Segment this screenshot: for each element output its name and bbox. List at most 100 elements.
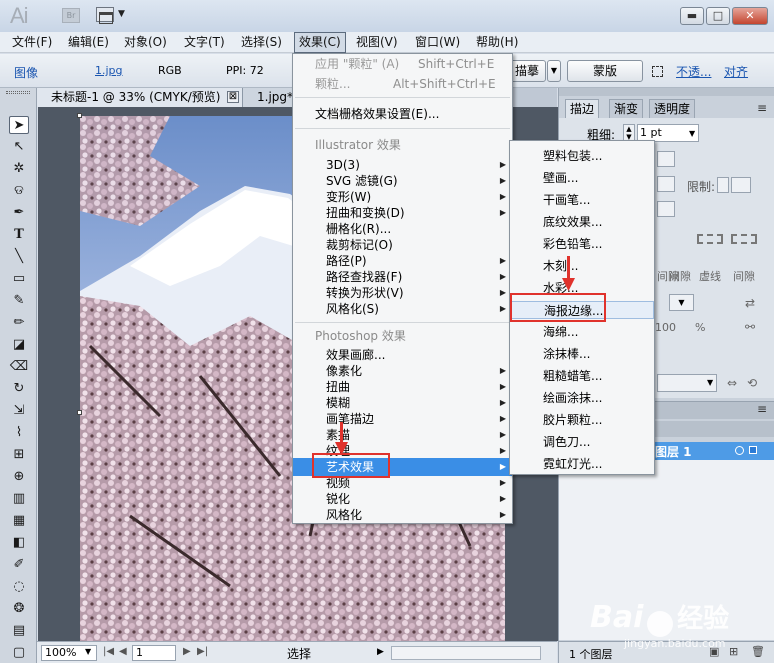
- layer-name[interactable]: 图层 1: [655, 443, 692, 460]
- type-tool-icon[interactable]: T: [9, 226, 29, 244]
- menu-help[interactable]: 帮助(H): [472, 32, 522, 53]
- first-page-icon[interactable]: |◀: [103, 646, 114, 657]
- cap-butt-icon[interactable]: [657, 151, 675, 167]
- symbol-sprayer-tool-icon[interactable]: ❂: [9, 600, 29, 618]
- new-sublayer-icon[interactable]: ⊞: [729, 645, 738, 658]
- limit-field[interactable]: [731, 177, 751, 193]
- align-stroke-icon[interactable]: [657, 201, 675, 217]
- submenu-item-film-grain[interactable]: 胶片颗粒...: [510, 411, 654, 429]
- eraser-tool-icon[interactable]: ⌫: [9, 358, 29, 376]
- collapsed-panel-menu-icon[interactable]: ≡: [757, 402, 767, 416]
- trace-dropdown-icon[interactable]: ▼: [547, 60, 561, 82]
- paintbrush-tool-icon[interactable]: ✎: [9, 292, 29, 310]
- submenu-item-smudge-stick[interactable]: 涂抹棒...: [510, 345, 654, 363]
- column-graph-tool-icon[interactable]: ▤: [9, 622, 29, 640]
- menu-item-stylize-ai[interactable]: 风格化(S) ▶: [293, 300, 512, 318]
- layer-target-icon[interactable]: [735, 446, 744, 455]
- crop-icon[interactable]: [652, 66, 663, 77]
- submenu-item-plastic-wrap[interactable]: 塑料包装...: [510, 147, 654, 165]
- shape-builder-tool-icon[interactable]: ⊕: [9, 468, 29, 486]
- rectangle-tool-icon[interactable]: ▭: [9, 270, 29, 288]
- profile-dropdown-icon[interactable]: ▼: [707, 378, 713, 387]
- close-button[interactable]: ✕: [732, 7, 768, 25]
- tab-document-1[interactable]: 未标题-1 @ 33% (CMYK/预览) ⊠: [37, 88, 243, 107]
- free-transform-tool-icon[interactable]: ⊞: [9, 446, 29, 464]
- menu-type[interactable]: 文字(T): [180, 32, 229, 53]
- submenu-item-rough-pastels[interactable]: 粗糙蜡笔...: [510, 367, 654, 385]
- dash-preset-1-icon[interactable]: [697, 234, 723, 244]
- menu-item-doc-raster-settings[interactable]: 文档栅格效果设置(E)...: [293, 105, 512, 123]
- status-menu-icon[interactable]: ▶: [377, 647, 384, 657]
- stroke-weight-dropdown-icon[interactable]: ▼: [689, 129, 695, 138]
- submenu-item-fresco[interactable]: 壁画...: [510, 169, 654, 187]
- magic-wand-tool-icon[interactable]: ✲: [9, 160, 29, 178]
- artboard-tool-icon[interactable]: ▢: [9, 644, 29, 662]
- arrowhead-dropdown[interactable]: ▼: [669, 294, 694, 311]
- submenu-item-neon-glow[interactable]: 霓虹灯光...: [510, 455, 654, 473]
- tab-stroke[interactable]: 描边: [565, 99, 600, 118]
- link-scale-icon[interactable]: ⚯: [745, 320, 755, 334]
- handle-middle-left[interactable]: [77, 410, 82, 415]
- zoom-dropdown-icon[interactable]: ▼: [85, 647, 91, 656]
- submenu-item-sponge[interactable]: 海绵...: [510, 323, 654, 341]
- tab-transparency[interactable]: 透明度: [649, 99, 696, 118]
- flip-axis-icon[interactable]: ⇔: [727, 376, 737, 390]
- arrange-documents-icon[interactable]: [96, 7, 114, 24]
- horizontal-scrollbar[interactable]: [391, 646, 541, 660]
- lasso-tool-icon[interactable]: ଡ: [9, 182, 29, 200]
- menu-edit[interactable]: 编辑(E): [64, 32, 113, 53]
- menu-file[interactable]: 文件(F): [8, 32, 56, 53]
- panel-dock-header[interactable]: [559, 88, 774, 96]
- graph-tool-icon[interactable]: ▥: [9, 490, 29, 508]
- blend-tool-icon[interactable]: ◌: [9, 578, 29, 596]
- menu-item-stylize-ps[interactable]: 风格化 ▶: [293, 506, 512, 524]
- eyedropper-tool-icon[interactable]: ✐: [9, 556, 29, 574]
- dash-preset-2-icon[interactable]: [731, 234, 757, 244]
- menu-select[interactable]: 选择(S): [237, 32, 286, 53]
- align-link[interactable]: 对齐: [724, 63, 748, 80]
- submenu-item-underpainting[interactable]: 底纹效果...: [510, 213, 654, 231]
- menu-window[interactable]: 窗口(W): [411, 32, 464, 53]
- submenu-item-palette-knife[interactable]: 调色刀...: [510, 433, 654, 451]
- image-trace-button[interactable]: 描摹: [510, 60, 546, 82]
- scale-tool-icon[interactable]: ⇲: [9, 402, 29, 420]
- gradient-tool-icon[interactable]: ◧: [9, 534, 29, 552]
- menu-item-last-effect[interactable]: 颗粒... Alt+Shift+Ctrl+E: [293, 75, 512, 93]
- limit-stepper[interactable]: [717, 177, 729, 193]
- tab-gradient[interactable]: 渐变: [609, 99, 644, 118]
- menu-effect[interactable]: 效果(C): [294, 32, 346, 53]
- blob-brush-tool-icon[interactable]: ◪: [9, 336, 29, 354]
- submenu-item-paint-daubs[interactable]: 绘画涂抹...: [510, 389, 654, 407]
- submenu-item-colored-pencil[interactable]: 彩色铅笔...: [510, 235, 654, 253]
- panel-grip[interactable]: [6, 91, 30, 94]
- delete-layer-icon[interactable]: 🗑: [751, 645, 765, 658]
- direct-selection-tool-icon[interactable]: ↖: [9, 138, 29, 156]
- rotate-tool-icon[interactable]: ↻: [9, 380, 29, 398]
- handle-top-left[interactable]: [77, 113, 82, 118]
- opacity-link[interactable]: 不透...: [676, 63, 711, 80]
- bridge-button[interactable]: Br: [62, 8, 80, 23]
- mesh-tool-icon[interactable]: ▦: [9, 512, 29, 530]
- line-tool-icon[interactable]: ╲: [9, 248, 29, 266]
- cap-round-icon[interactable]: [657, 176, 675, 192]
- panel-menu-icon[interactable]: ≡: [757, 101, 767, 115]
- pencil-tool-icon[interactable]: ✏: [9, 314, 29, 332]
- warp-tool-icon[interactable]: ⌇: [9, 424, 29, 442]
- menu-object[interactable]: 对象(O): [120, 32, 171, 53]
- menu-item-apply-last[interactable]: 应用 "颗粒" (A) Shift+Ctrl+E: [293, 55, 512, 73]
- submenu-item-dry-brush[interactable]: 干画笔...: [510, 191, 654, 209]
- page-select[interactable]: 1: [132, 645, 176, 661]
- last-page-icon[interactable]: ▶|: [197, 646, 208, 657]
- chevron-down-icon[interactable]: ▼: [118, 9, 125, 19]
- mask-button[interactable]: 蒙版: [567, 60, 643, 82]
- menu-view[interactable]: 视图(V): [352, 32, 402, 53]
- maximize-button[interactable]: □: [706, 7, 730, 25]
- scale-value[interactable]: 100: [655, 321, 676, 334]
- close-icon[interactable]: ⊠: [227, 91, 239, 103]
- prev-page-icon[interactable]: ◀: [119, 646, 127, 657]
- file-name-link[interactable]: 1.jpg: [95, 64, 123, 77]
- swap-arrows-icon[interactable]: ⇄: [745, 296, 755, 310]
- submenu-item-cutout[interactable]: 木刻...: [510, 257, 654, 275]
- pen-tool-icon[interactable]: ✒: [9, 204, 29, 222]
- next-page-icon[interactable]: ▶: [183, 646, 191, 657]
